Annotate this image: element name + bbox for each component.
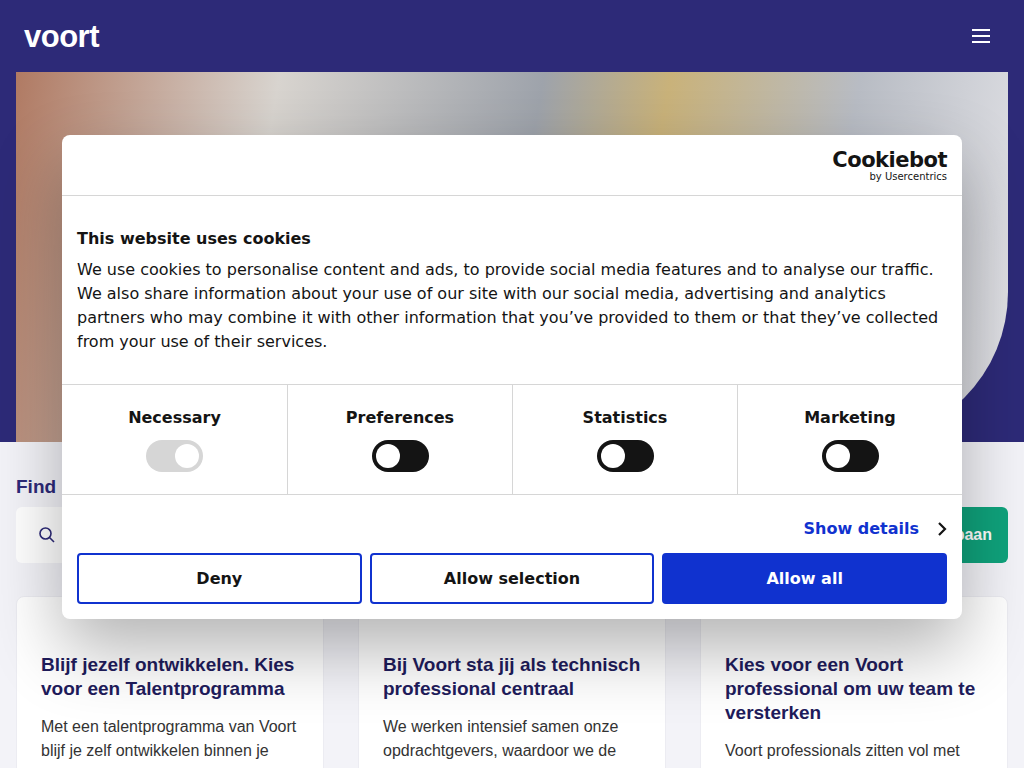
- top-navbar: voort: [0, 0, 1024, 72]
- consent-option: Marketing: [737, 385, 962, 494]
- consent-option: Necessary: [62, 385, 287, 494]
- dialog-header: Cookiebot by Usercentrics: [62, 135, 962, 196]
- logo[interactable]: voort: [24, 21, 99, 52]
- card-title[interactable]: Kies voor een Voort professional om uw t…: [725, 653, 983, 725]
- button-label[interactable]: Deny: [196, 569, 242, 588]
- dialog-body: This website uses cookies We use cookies…: [62, 196, 962, 384]
- show-details-text[interactable]: Show details: [804, 517, 920, 541]
- info-card[interactable]: Kies voor een Voort professional om uw t…: [700, 596, 1008, 768]
- dialog-text: We use cookies to personalise content an…: [77, 258, 947, 354]
- consent-label: Marketing: [746, 407, 954, 429]
- show-details-link[interactable]: Show details: [62, 495, 962, 553]
- consent-switch[interactable]: [372, 440, 429, 472]
- card-title[interactable]: Blijf jezelf ontwikkelen. Kies voor een …: [41, 653, 299, 701]
- consent-switch[interactable]: [597, 440, 654, 472]
- info-card[interactable]: Bij Voort sta jij als technisch professi…: [358, 596, 666, 768]
- button-label[interactable]: Allow all: [766, 569, 842, 588]
- consent-toggles: Necessary Preferences Statistics Marketing: [62, 384, 962, 495]
- card-text: Voort professionals zitten vol met: [725, 739, 983, 763]
- card-text: Met een talentprogramma van Voort blijf …: [41, 715, 299, 763]
- consent-label: Statistics: [521, 407, 729, 429]
- consent-option: Statistics: [512, 385, 737, 494]
- switch-knob: [601, 444, 625, 468]
- card-text: We werken intensief samen onze opdrachtg…: [383, 715, 641, 763]
- search-icon: [38, 526, 56, 544]
- consent-label: Necessary: [70, 407, 279, 429]
- card-grid: Blijf jezelf ontwikkelen. Kies voor een …: [16, 596, 1008, 768]
- consent-button[interactable]: Allow selection: [370, 553, 655, 604]
- switch-knob: [376, 444, 400, 468]
- card-title[interactable]: Bij Voort sta jij als technisch professi…: [383, 653, 641, 701]
- cookiebot-logo: Cookiebot by Usercentrics: [832, 149, 947, 195]
- menu-icon[interactable]: [972, 29, 990, 43]
- consent-switch[interactable]: [822, 440, 879, 472]
- switch-knob: [826, 444, 850, 468]
- dialog-title: This website uses cookies: [77, 228, 947, 250]
- brand-sub: by Usercentrics: [832, 171, 947, 182]
- dialog-buttons: Deny Allow selection Allow all: [62, 553, 962, 619]
- info-card[interactable]: Blijf jezelf ontwikkelen. Kies voor een …: [16, 596, 324, 768]
- cookie-dialog: Cookiebot by Usercentrics This website u…: [62, 135, 962, 619]
- switch-knob: [175, 444, 199, 468]
- consent-button[interactable]: Deny: [77, 553, 362, 604]
- consent-option: Preferences: [287, 385, 512, 494]
- consent-label: Preferences: [296, 407, 504, 429]
- brand-name: Cookiebot: [832, 149, 947, 171]
- chevron-right-icon: [937, 521, 947, 537]
- button-label[interactable]: Allow selection: [444, 569, 580, 588]
- consent-switch: [146, 440, 203, 472]
- consent-button[interactable]: Allow all: [662, 553, 947, 604]
